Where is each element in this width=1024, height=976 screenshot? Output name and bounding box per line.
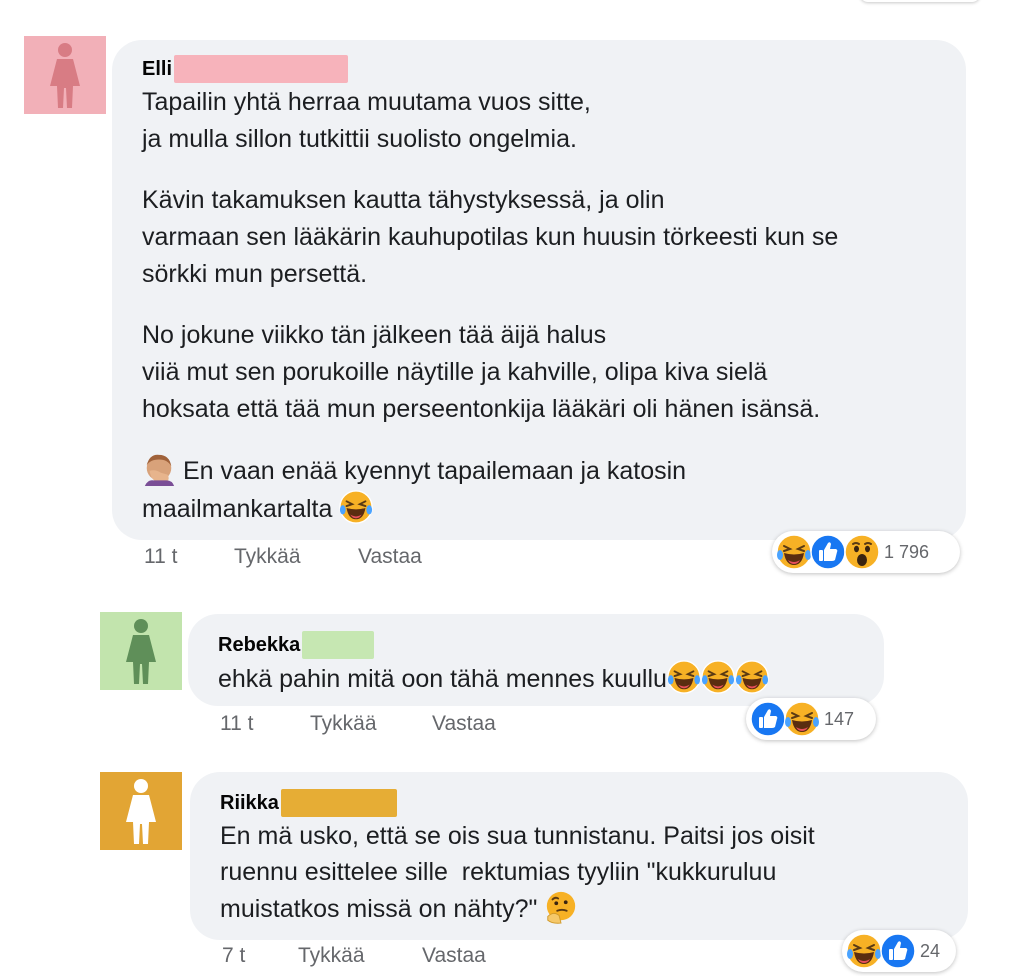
avatar[interactable] — [24, 36, 106, 114]
comment-paragraph: No jokune viikko tän jälkeen tää äijä ha… — [142, 321, 821, 423]
comment-time[interactable]: 11 t — [144, 545, 234, 569]
laughing-tears-emoji — [735, 660, 769, 694]
thinking-emoji — [544, 890, 578, 924]
laughing-tears-emoji — [776, 534, 812, 570]
laughing-tears-emoji — [784, 701, 820, 737]
redacted-surname — [174, 55, 349, 83]
reaction-count: 147 — [824, 708, 855, 729]
laughing-tears-emoji — [701, 660, 735, 694]
comment-line: En mä usko, että se ois sua tunnistanu. … — [220, 822, 815, 850]
comment-bubble: Riikka En mä usko, että se ois sua tunni… — [190, 772, 968, 940]
comment-meta: 7 t Tykkää Vastaa — [222, 944, 486, 968]
comment-author[interactable]: Rebekka — [218, 634, 300, 657]
laughing-tears-emoji — [339, 490, 373, 524]
wow-reaction-emoji — [844, 534, 880, 570]
comment-line: muistatkos missä on nähty?" — [220, 895, 538, 923]
reply-button[interactable]: Vastaa — [422, 944, 486, 968]
laughing-tears-emoji — [667, 660, 701, 694]
comment-author[interactable]: Riikka — [220, 792, 279, 815]
like-reaction-icon — [750, 701, 786, 737]
comment-paragraph: Tapailin yhtä herraa muutama vuos sitte,… — [142, 88, 591, 153]
reaction-count: 1 796 — [884, 541, 930, 562]
comment-line: ruennu esittelee sille rektumias tyyliin… — [220, 858, 777, 886]
comment-text: ehkä pahin mitä oon tähä mennes kuullu — [218, 660, 854, 698]
reaction-count: 24 — [920, 940, 941, 961]
comment-time[interactable]: 11 t — [220, 712, 310, 736]
redacted-surname — [302, 631, 375, 659]
comment-time[interactable]: 7 t — [222, 944, 298, 968]
comment-text: En mä usko, että se ois sua tunnistanu. … — [220, 818, 938, 927]
like-reaction-icon — [880, 933, 916, 969]
laughing-tears-emoji — [846, 933, 882, 969]
redacted-surname — [280, 789, 397, 817]
comment-meta: 11 t Tykkää Vastaa — [144, 545, 422, 569]
person-silhouette-icon — [126, 619, 156, 684]
like-reaction-icon — [810, 534, 846, 570]
comment-meta: 11 t Tykkää Vastaa — [220, 712, 496, 736]
reactions-pill[interactable]: 24 — [842, 930, 956, 972]
comment-line: maailmankartalta — [142, 495, 333, 523]
like-button[interactable]: Tykkää — [234, 545, 358, 569]
comment-bubble: Rebekka ehkä pahin mitä oon tähä mennes … — [188, 614, 884, 706]
previous-reaction-pill — [860, 0, 980, 2]
reactions-pill[interactable]: 1 796 — [772, 531, 960, 573]
comment-line: En vaan enää kyennyt tapailemaan ja kato… — [182, 457, 687, 485]
reactions-pill[interactable]: 147 — [746, 698, 876, 740]
facepalm-emoji — [142, 452, 176, 486]
comment-line: ehkä pahin mitä oon tähä mennes kuullu — [218, 665, 667, 693]
reply-button[interactable]: Vastaa — [358, 545, 422, 569]
like-button[interactable]: Tykkää — [298, 944, 422, 968]
like-button[interactable]: Tykkää — [310, 712, 432, 736]
comment-paragraph: Kävin takamuksen kautta tähystyksessä, j… — [142, 186, 839, 288]
person-silhouette-icon — [126, 779, 156, 844]
comment-paragraph-last: En vaan enää kyennyt tapailemaan ja kato… — [142, 452, 936, 528]
comment-bubble: Elli Tapailin yhtä herraa muutama vuos s… — [112, 40, 966, 540]
person-silhouette-icon — [50, 43, 80, 108]
avatar[interactable] — [100, 772, 182, 850]
comment-author[interactable]: Elli — [142, 58, 172, 81]
reply-button[interactable]: Vastaa — [432, 712, 496, 736]
avatar[interactable] — [100, 612, 182, 690]
